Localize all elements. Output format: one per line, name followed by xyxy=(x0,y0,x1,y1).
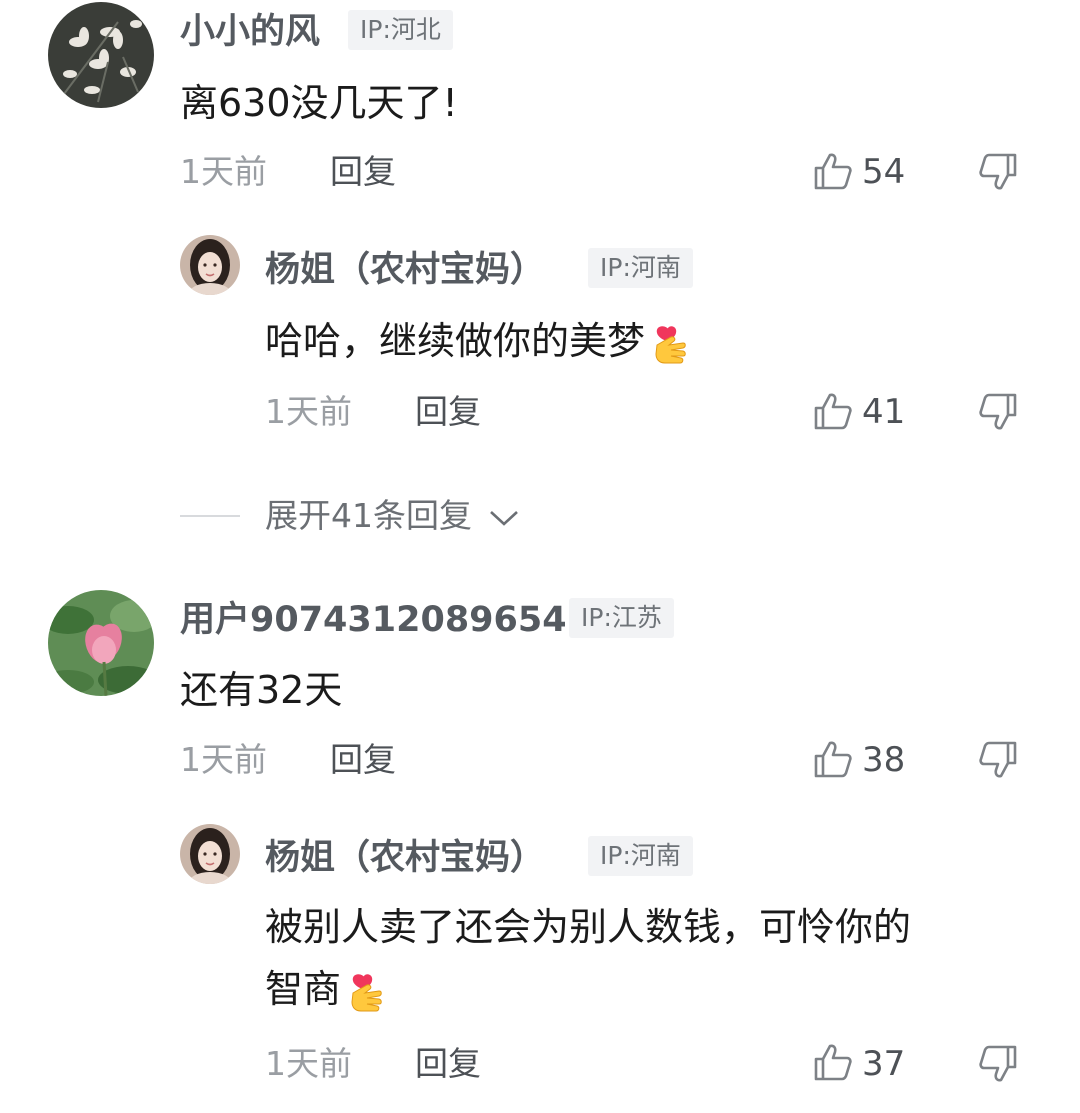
avatar[interactable] xyxy=(48,590,154,696)
like-count: 37 xyxy=(862,1044,906,1084)
avatar[interactable] xyxy=(180,235,240,295)
like-icon[interactable] xyxy=(813,391,853,431)
comment-text-line: 智商 xyxy=(265,960,389,1018)
dislike-icon[interactable] xyxy=(978,1044,1018,1084)
dislike-icon[interactable] xyxy=(978,392,1018,432)
chevron-down-icon xyxy=(489,510,518,526)
ip-location-badge: IP:河南 xyxy=(588,248,693,288)
comment-text: 离630没几天了! xyxy=(180,81,458,125)
comment-text-line: 被别人卖了还会为别人数钱，可怜你的 xyxy=(265,905,912,949)
finger-heart-emoji-icon xyxy=(649,319,693,369)
ip-location-badge: IP:河南 xyxy=(588,836,693,876)
like-count: 54 xyxy=(862,152,906,192)
like-count: 38 xyxy=(862,740,906,780)
dislike-icon[interactable] xyxy=(978,740,1018,780)
finger-heart-emoji-icon xyxy=(345,967,389,1017)
expand-replies-button[interactable]: 展开41条回复 xyxy=(265,494,521,538)
like-icon[interactable] xyxy=(813,151,853,191)
comment-time: 1天前 xyxy=(180,740,267,779)
comment-username[interactable]: 杨姐（农村宝妈） xyxy=(265,836,545,880)
comment-time: 1天前 xyxy=(265,392,352,431)
ip-location-badge: IP:河北 xyxy=(348,10,453,50)
comment-time: 1天前 xyxy=(180,152,267,191)
ip-location-badge: IP:江苏 xyxy=(569,598,674,638)
avatar[interactable] xyxy=(180,824,240,884)
like-icon[interactable] xyxy=(813,739,853,779)
like-count: 41 xyxy=(862,392,906,432)
reply-button[interactable]: 回复 xyxy=(330,738,396,782)
comment-text: 哈哈，继续做你的美梦 xyxy=(265,312,693,370)
expand-replies-label: 展开41条回复 xyxy=(265,496,472,535)
like-icon[interactable] xyxy=(813,1042,853,1082)
comment-username[interactable]: 小小的风 xyxy=(180,10,320,54)
expand-divider xyxy=(180,515,240,517)
comment-text: 还有32天 xyxy=(180,668,343,712)
avatar[interactable] xyxy=(48,2,154,108)
reply-button[interactable]: 回复 xyxy=(330,150,396,194)
comment-time: 1天前 xyxy=(265,1044,352,1083)
comment-username[interactable]: 用户9074312089654 xyxy=(180,598,567,642)
reply-button[interactable]: 回复 xyxy=(415,1042,481,1086)
reply-button[interactable]: 回复 xyxy=(415,390,481,434)
dislike-icon[interactable] xyxy=(978,152,1018,192)
comment-username[interactable]: 杨姐（农村宝妈） xyxy=(265,248,545,292)
